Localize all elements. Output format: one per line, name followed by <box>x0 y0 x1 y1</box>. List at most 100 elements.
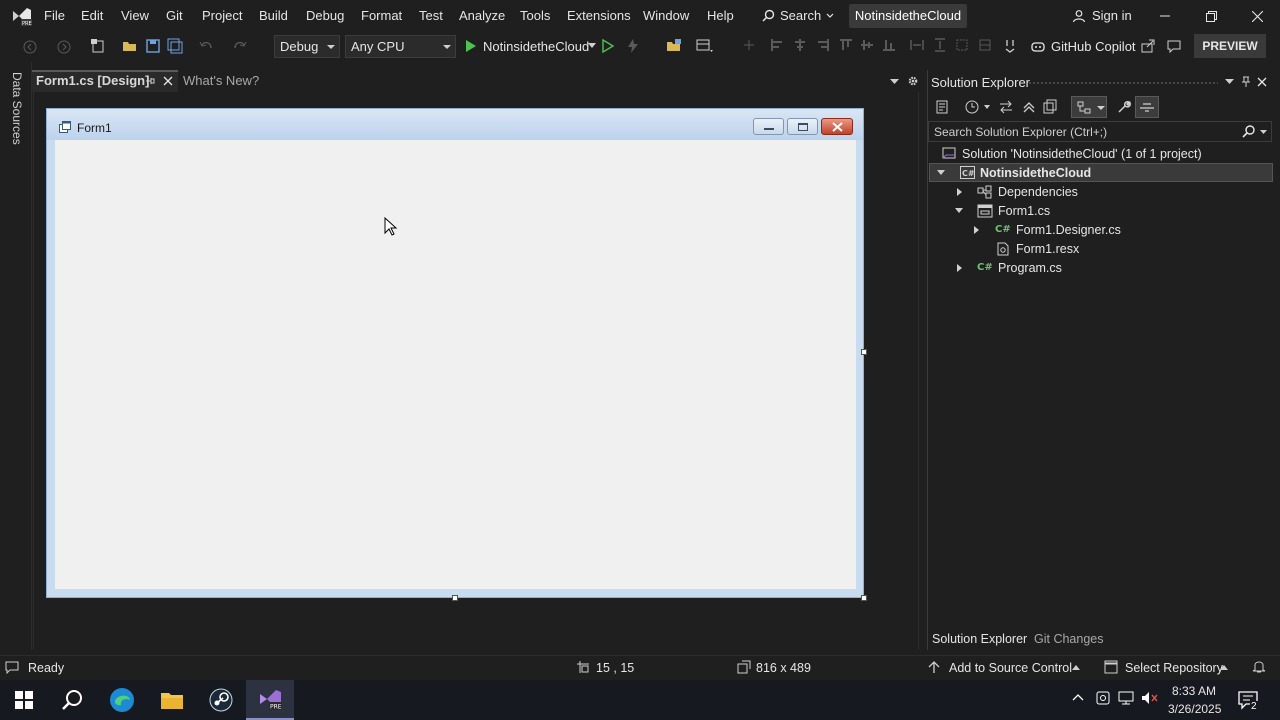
start-debugging-icon[interactable] <box>464 38 480 54</box>
open-folder-icon[interactable] <box>122 38 138 54</box>
solution-name-badge[interactable]: NotinsidetheCloud <box>849 4 967 28</box>
tree-item-program-cs[interactable]: Program.cs <box>998 261 1062 275</box>
clock-time[interactable]: 8:33 AM <box>1172 684 1216 698</box>
resize-handle-corner[interactable] <box>861 595 867 601</box>
settings-gear-icon[interactable] <box>907 75 919 87</box>
file-nesting-button[interactable] <box>1071 96 1107 118</box>
sync-with-active-document-icon[interactable] <box>998 99 1014 115</box>
auto-hide-pin-icon[interactable] <box>1241 76 1251 87</box>
align-bottoms-icon[interactable] <box>882 38 898 54</box>
notifications-bell-icon[interactable] <box>1252 659 1266 674</box>
close-panel-icon[interactable] <box>1257 77 1267 87</box>
align-to-grid-icon[interactable] <box>742 38 758 54</box>
tab-git-changes[interactable]: Git Changes <box>1034 632 1103 646</box>
clock-date[interactable]: 3/26/2025 <box>1168 702 1221 716</box>
resize-handle-right[interactable] <box>861 349 867 355</box>
feedback-icon[interactable] <box>1166 38 1182 54</box>
tab-list-dropdown-icon[interactable] <box>890 79 899 85</box>
expander-collapsed-icon[interactable] <box>974 226 979 234</box>
close-tab-icon[interactable] <box>163 76 173 86</box>
preview-selected-items-button[interactable] <box>1135 96 1159 118</box>
menu-extensions[interactable]: Extensions <box>567 8 631 23</box>
expander-expanded-icon[interactable] <box>955 208 963 213</box>
form-title-bar[interactable] <box>47 109 863 140</box>
resize-handle-bottom[interactable] <box>452 595 458 601</box>
menu-file[interactable]: File <box>44 8 65 23</box>
select-repository-button[interactable]: Select Repository <box>1125 661 1223 675</box>
output-status-icon[interactable] <box>5 660 19 674</box>
menu-project[interactable]: Project <box>202 8 242 23</box>
menu-build[interactable]: Build <box>259 8 288 23</box>
panel-grip[interactable] <box>1028 81 1218 85</box>
menu-git[interactable]: Git <box>166 8 183 23</box>
form-close-button[interactable] <box>821 118 853 135</box>
taskbar-search-button[interactable] <box>48 680 96 720</box>
menu-window[interactable]: Window <box>643 8 689 23</box>
align-rights-icon[interactable] <box>816 38 832 54</box>
sign-in-button[interactable]: Sign in <box>1072 8 1132 23</box>
align-lefts-icon[interactable] <box>770 38 786 54</box>
taskbar-edge[interactable] <box>98 680 146 720</box>
pin-icon[interactable] <box>145 76 155 86</box>
expander-expanded-icon[interactable] <box>937 170 945 175</box>
github-copilot-button[interactable]: GitHub Copilot <box>1051 39 1136 54</box>
taskbar-visual-studio[interactable]: PRE <box>246 680 294 720</box>
show-hidden-icons-chevron-icon[interactable] <box>1072 693 1084 701</box>
tree-item-form1-cs[interactable]: Form1.cs <box>998 204 1050 218</box>
configuration-select[interactable]: Debug <box>274 35 340 58</box>
redo-icon[interactable] <box>232 38 248 54</box>
browse-folder-icon[interactable] <box>666 38 682 54</box>
menu-analyze[interactable]: Analyze <box>459 8 505 23</box>
close-window-button[interactable] <box>1234 0 1280 32</box>
restore-button[interactable] <box>1188 0 1234 32</box>
data-sources-tab[interactable]: Data Sources <box>10 72 24 145</box>
tab-whats-new[interactable]: What's New? <box>183 73 259 88</box>
form-maximize-button[interactable] <box>787 118 818 135</box>
expander-collapsed-icon[interactable] <box>957 188 962 196</box>
collapse-all-icon[interactable] <box>1021 99 1037 115</box>
menu-edit[interactable]: Edit <box>81 8 103 23</box>
save-all-icon[interactable] <box>167 38 183 54</box>
menu-format[interactable]: Format <box>361 8 402 23</box>
tree-item-form1-resx[interactable]: Form1.resx <box>1016 242 1079 256</box>
toolbar-overflow-icon[interactable] <box>1005 38 1021 54</box>
undo-icon[interactable] <box>198 38 214 54</box>
caret-up-icon[interactable] <box>1072 665 1080 670</box>
form-client-area[interactable] <box>55 140 856 589</box>
properties-wrench-icon[interactable] <box>1116 99 1132 115</box>
menu-view[interactable]: View <box>121 8 149 23</box>
minimize-button[interactable] <box>1142 0 1188 32</box>
taskbar-file-explorer[interactable] <box>148 680 196 720</box>
share-icon[interactable] <box>1140 38 1156 54</box>
make-same-height-icon[interactable] <box>933 38 949 54</box>
add-to-source-control-button[interactable]: Add to Source Control <box>949 661 1072 675</box>
caret-up-icon[interactable] <box>1220 665 1228 670</box>
size-to-grid-icon[interactable] <box>978 38 994 54</box>
align-centers-icon[interactable] <box>793 38 809 54</box>
navigate-forward-icon[interactable] <box>56 39 72 55</box>
menu-test[interactable]: Test <box>419 8 443 23</box>
start-button[interactable] <box>0 680 48 720</box>
taskbar-steam[interactable] <box>197 680 245 720</box>
layout-icon[interactable] <box>696 38 713 54</box>
start-without-debugging-icon[interactable] <box>601 38 617 54</box>
navigate-back-icon[interactable] <box>22 39 38 55</box>
search-options-dropdown-icon[interactable] <box>1260 130 1267 135</box>
hot-reload-icon[interactable] <box>625 38 641 54</box>
make-same-size-icon[interactable] <box>955 38 971 54</box>
pending-changes-filter-icon[interactable] <box>964 99 990 115</box>
menu-tools[interactable]: Tools <box>520 8 550 23</box>
menu-help[interactable]: Help <box>707 8 734 23</box>
make-same-width-icon[interactable] <box>910 38 926 54</box>
switch-views-icon[interactable] <box>934 99 950 115</box>
search-button[interactable]: Search <box>762 8 834 23</box>
network-icon[interactable] <box>1118 691 1136 705</box>
form-minimize-button[interactable] <box>753 118 784 135</box>
github-copilot-icon[interactable] <box>1030 38 1046 54</box>
align-middles-icon[interactable] <box>860 38 876 54</box>
menu-debug[interactable]: Debug <box>306 8 344 23</box>
search-icon[interactable] <box>1242 125 1255 138</box>
panel-options-dropdown-icon[interactable] <box>1225 79 1234 85</box>
platform-select[interactable]: Any CPU <box>345 35 456 58</box>
tree-item-solution[interactable]: Solution 'NotinsidetheCloud' (1 of 1 pro… <box>962 147 1202 161</box>
